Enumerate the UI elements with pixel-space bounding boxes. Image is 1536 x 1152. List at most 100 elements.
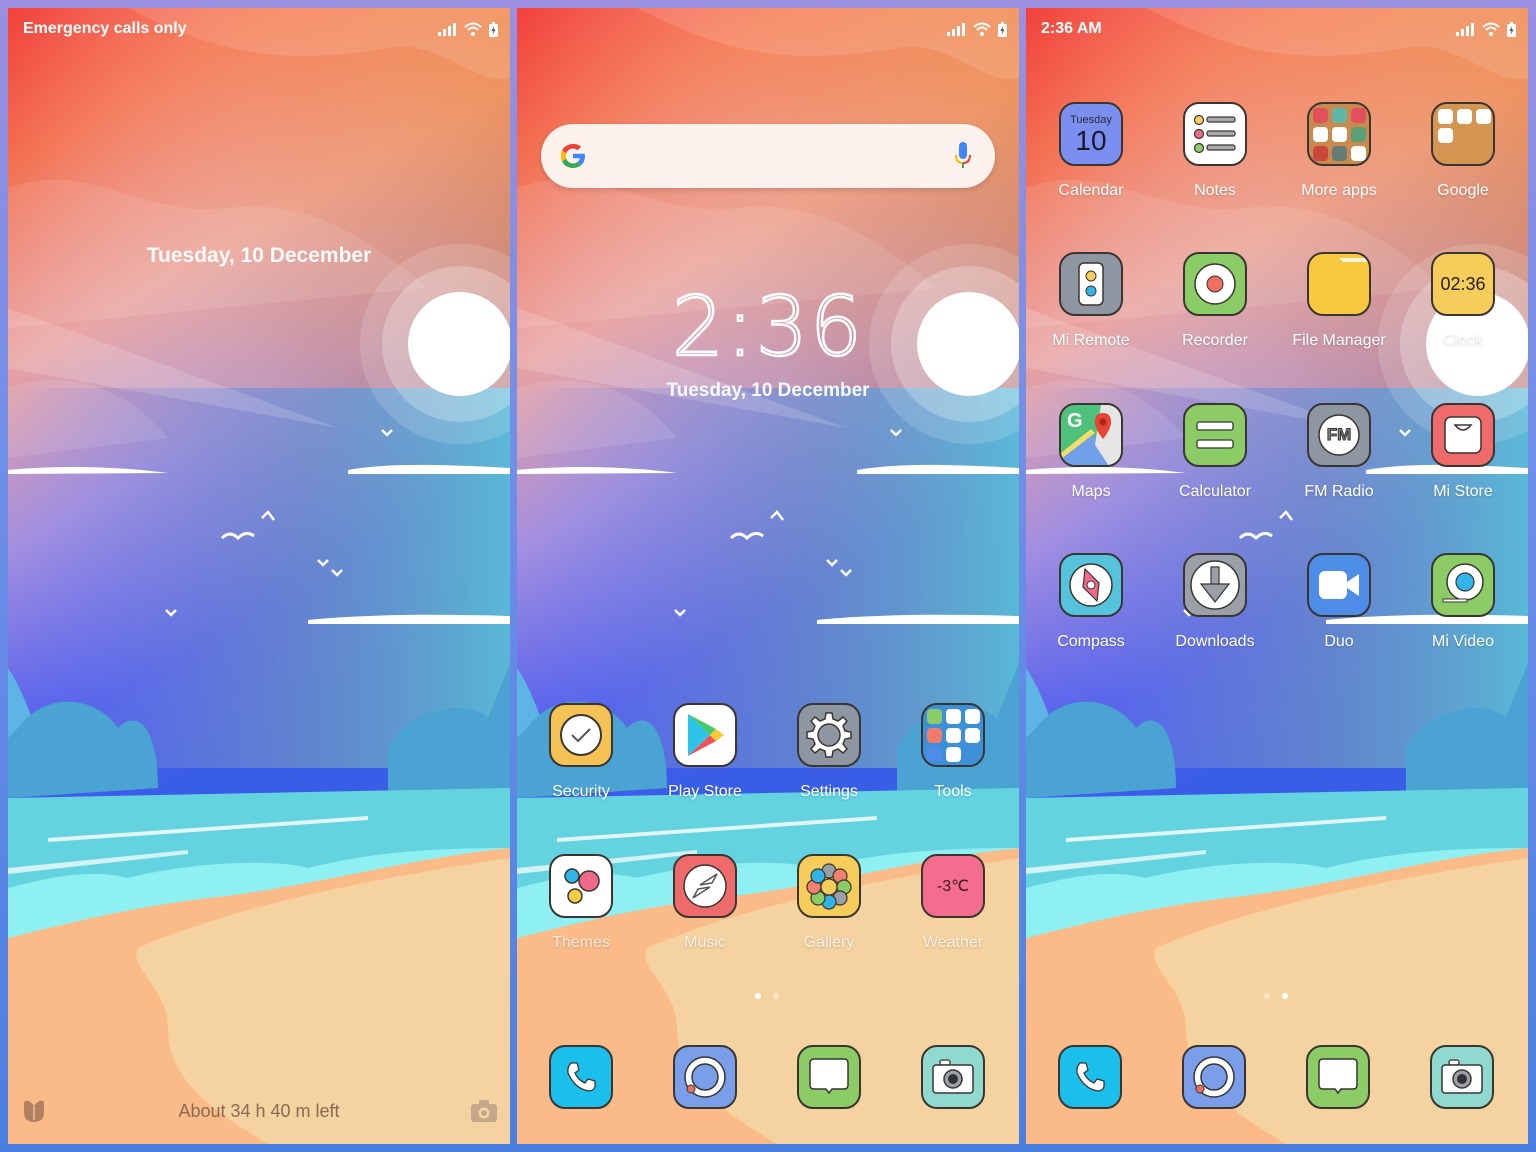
notes-icon [1183, 102, 1247, 166]
app-label: Google [1437, 182, 1489, 199]
wifi-icon [1482, 22, 1500, 36]
tulip-icon[interactable] [20, 1098, 48, 1124]
music-icon [673, 854, 737, 918]
signal-icon [947, 23, 965, 36]
dock-messages[interactable] [797, 1045, 861, 1109]
app-gallery[interactable]: Gallery [774, 854, 884, 952]
app-file-manager[interactable]: File Manager [1284, 252, 1394, 350]
status-bar: Emergency calls only [23, 18, 498, 40]
wifi-icon [973, 22, 991, 36]
app-calculator[interactable]: Calculator [1160, 403, 1270, 501]
remote-icon [1059, 252, 1123, 316]
folder-app-thumbnail-icon [1331, 145, 1347, 161]
folder-app-thumbnail-icon [1476, 109, 1491, 124]
fm-label: FM [1326, 425, 1352, 445]
page-dot-2[interactable] [773, 993, 779, 999]
app-weather[interactable]: -3℃ Weather [898, 854, 1008, 952]
app-duo[interactable]: Duo [1284, 553, 1394, 651]
folder-google[interactable]: Google [1408, 102, 1518, 200]
signal-icon [1456, 23, 1474, 36]
app-label: Compass [1057, 633, 1125, 650]
video-icon [1431, 553, 1495, 617]
page-dot-2[interactable] [1282, 993, 1288, 999]
app-label: Downloads [1175, 633, 1255, 650]
dock-camera[interactable] [921, 1045, 985, 1109]
app-compass[interactable]: Compass [1036, 553, 1146, 651]
calculator-icon [1183, 403, 1247, 467]
browser-icon [1182, 1045, 1246, 1109]
app-label: Music [684, 934, 726, 951]
folder-more-apps[interactable]: More apps [1284, 102, 1394, 200]
app-play-store[interactable]: Play Store [650, 703, 760, 801]
mic-icon[interactable] [953, 140, 973, 172]
compass-icon [1059, 553, 1123, 617]
play-store-icon [673, 703, 737, 767]
app-label: Recorder [1182, 332, 1248, 349]
themes-icon [549, 854, 613, 918]
weather-icon: -3℃ [921, 854, 985, 918]
app-label: Maps [1071, 483, 1111, 500]
camera-icon [921, 1045, 985, 1109]
calendar-icon: Tuesday 10 [1059, 102, 1123, 166]
dock-browser[interactable] [673, 1045, 737, 1109]
app-label: FM Radio [1304, 483, 1374, 500]
dock-messages[interactable] [1306, 1045, 1370, 1109]
message-icon [1306, 1045, 1370, 1109]
app-label: Clock [1442, 332, 1483, 349]
app-label: Settings [800, 783, 858, 800]
page-dot-1[interactable] [755, 993, 761, 999]
dock-phone[interactable] [549, 1045, 613, 1109]
app-settings[interactable]: Settings [774, 703, 884, 801]
google-search-bar[interactable] [541, 124, 995, 188]
dock-camera[interactable] [1430, 1045, 1494, 1109]
app-label: Themes [552, 934, 610, 951]
google-logo-icon [561, 144, 585, 168]
folder-app-thumbnail-icon [1438, 109, 1453, 124]
battery-estimate: About 34 h 40 m left [178, 1100, 340, 1121]
app-clock[interactable]: 02:36 Clock [1408, 252, 1518, 350]
battery-charging-icon [998, 21, 1007, 37]
app-themes[interactable]: Themes [526, 854, 636, 952]
app-label: Duo [1324, 633, 1354, 650]
folder-app-thumbnail-icon [926, 727, 942, 743]
app-label: Gallery [803, 934, 855, 951]
page-indicator [755, 993, 779, 999]
clock-widget-date[interactable]: Tuesday, 10 December [517, 380, 1019, 402]
folder-app-thumbnail-icon [926, 746, 942, 762]
app-fm-radio[interactable]: FM FM Radio [1284, 403, 1394, 501]
wifi-icon [464, 22, 482, 36]
app-calendar[interactable]: Tuesday 10 Calendar [1036, 102, 1146, 200]
dock-phone[interactable] [1058, 1045, 1122, 1109]
gear-icon [797, 703, 861, 767]
clock-widget-time[interactable]: 2:36 [517, 279, 1019, 377]
app-music[interactable]: Music [650, 854, 760, 952]
app-recorder[interactable]: Recorder [1160, 252, 1270, 350]
folder-app-thumbnail-icon [1312, 107, 1328, 123]
app-downloads[interactable]: Downloads [1160, 553, 1270, 651]
app-security[interactable]: Security [526, 703, 636, 801]
app-label: Security [552, 783, 610, 800]
app-label: Mi Video [1432, 633, 1494, 650]
app-label: More apps [1301, 182, 1377, 199]
app-label: Tools [934, 783, 972, 800]
folder-app-thumbnail-icon [926, 708, 942, 724]
app-label: Mi Remote [1052, 332, 1130, 349]
folder-app-thumbnail-icon [945, 708, 961, 724]
app-mi-video[interactable]: Mi Video [1408, 553, 1518, 651]
lock-clock: 2:36 [8, 136, 510, 243]
fm-radio-icon: FM [1307, 403, 1371, 467]
folder-app-thumbnail-icon [1438, 128, 1453, 143]
app-maps[interactable]: G Maps [1036, 403, 1146, 501]
page-indicator [1264, 993, 1288, 999]
app-notes[interactable]: Notes [1160, 102, 1270, 200]
app-label: File Manager [1292, 332, 1386, 349]
gallery-icon [797, 854, 861, 918]
page-dot-1[interactable] [1264, 993, 1270, 999]
signal-icon [438, 23, 456, 36]
dock-browser[interactable] [1182, 1045, 1246, 1109]
folder-app-thumbnail-icon [945, 727, 961, 743]
app-mi-remote[interactable]: Mi Remote [1036, 252, 1146, 350]
app-mi-store[interactable]: Mi Store [1408, 403, 1518, 501]
camera-icon[interactable] [470, 1099, 498, 1123]
folder-tools[interactable]: Tools [898, 703, 1008, 801]
